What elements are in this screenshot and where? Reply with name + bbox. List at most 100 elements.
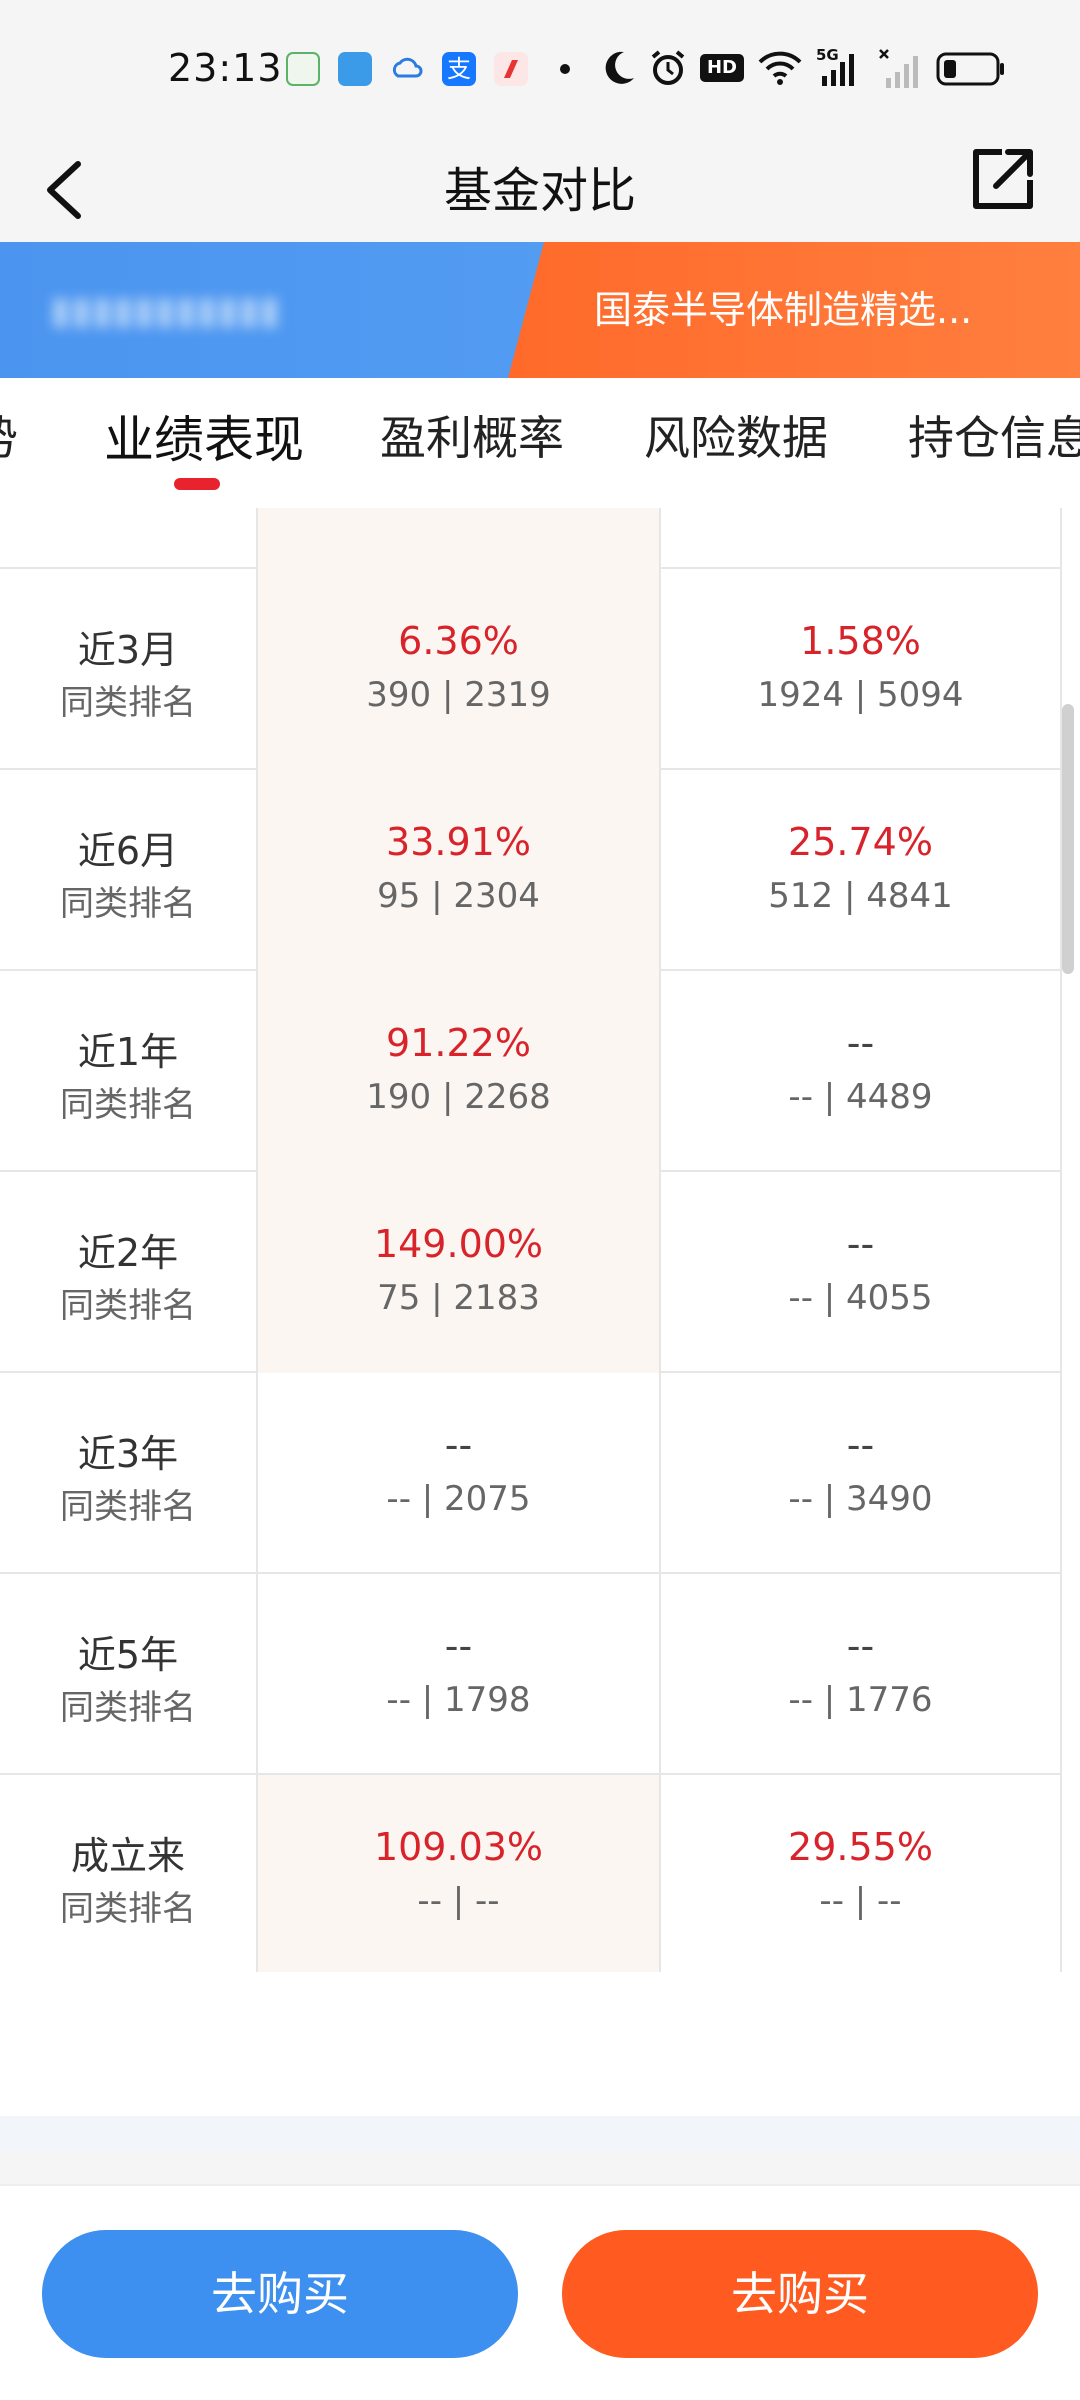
period-cell: 近1年 同类排名 (0, 971, 258, 1172)
period-label: 近3年 (77, 1432, 179, 1476)
fund-b-return: 1.58% (800, 619, 921, 663)
fund-a-return: 109.03% (373, 1825, 544, 1869)
hd-icon: HD (700, 54, 744, 82)
rank-label: 同类排名 (60, 683, 196, 723)
performance-table-area[interactable]: 近3月 同类排名 6.36% 390 | 2319 1.58% 1924 | 5… (0, 508, 1080, 1972)
fund-b-rank: -- | 3490 (788, 1479, 933, 1519)
home-app-icon (286, 52, 320, 86)
rank-label: 同类排名 (60, 884, 196, 924)
section-divider (0, 2116, 1080, 2152)
table-row: 近3月 同类排名 6.36% 390 | 2319 1.58% 1924 | 5… (0, 569, 1062, 770)
fund-a-rank: 95 | 2304 (377, 876, 540, 916)
fund-b-name: 国泰半导体制造精选... (594, 288, 973, 332)
fund-a-cell: 6.36% 390 | 2319 (258, 569, 661, 770)
active-tab-indicator (174, 478, 220, 490)
buy-fund-a-button[interactable]: 去购买 (42, 2230, 518, 2358)
signal-5g-icon: 5G (816, 46, 860, 88)
signal-no-sim-icon (879, 49, 918, 88)
battery-icon (936, 52, 1004, 86)
fund-b-return: -- (846, 1021, 875, 1065)
fund-b-cell: 1.58% 1924 | 5094 (661, 569, 1062, 770)
table-row: 近2年 同类排名 149.00% 75 | 2183 -- -- | 4055 (0, 1172, 1062, 1373)
fund-a-return: -- (444, 1423, 473, 1467)
fund-b-cell: -- -- | 4055 (661, 1172, 1062, 1373)
fund-a-rank: -- | 2075 (386, 1479, 531, 1519)
hd-label: HD (706, 57, 737, 78)
period-label: 近6月 (77, 829, 179, 873)
buy-fund-b-button[interactable]: 去购买 (562, 2230, 1038, 2358)
share-icon (973, 149, 1033, 209)
tab-trend[interactable]: 势 (0, 402, 18, 468)
tab-performance[interactable]: 业绩表现 (104, 400, 304, 472)
rank-label: 同类排名 (60, 1085, 196, 1125)
wifi-icon (758, 51, 802, 85)
table-row: 成立来 同类排名 109.03% -- | -- 29.55% -- | -- (0, 1775, 1062, 1972)
fund-b-rank: -- | 1776 (788, 1680, 933, 1720)
period-label: 成立来 (70, 1834, 185, 1878)
rank-label: 同类排名 (60, 1889, 196, 1929)
table-row: 近5年 同类排名 -- -- | 1798 -- -- | 1776 (0, 1574, 1062, 1775)
fund-a-cell: 91.22% 190 | 2268 (258, 971, 661, 1172)
bottom-action-bar: 去购买 去购买 (0, 2184, 1080, 2400)
red-app-icon (494, 52, 528, 86)
page-title: 基金对比 (443, 163, 636, 219)
table-row: 近3年 同类排名 -- -- | 2075 -- -- | 3490 (0, 1373, 1062, 1574)
fund-a-rank: -- | 1798 (386, 1680, 531, 1720)
tab-profit-probability[interactable]: 盈利概率 (380, 402, 564, 468)
fund-b-rank: -- | -- (819, 1881, 902, 1921)
fund-a-return: 149.00% (373, 1222, 544, 1266)
fund-a-return: 6.36% (398, 619, 519, 663)
fund-a-cell: 109.03% -- | -- (258, 1775, 661, 1972)
period-cell: 成立来 同类排名 (0, 1775, 258, 1972)
period-cell: 近3月 同类排名 (0, 569, 258, 770)
alarm-icon (651, 50, 685, 85)
tab-holdings[interactable]: 持仓信息 (908, 402, 1080, 468)
table-row: 近1年 同类排名 91.22% 190 | 2268 -- -- | 4489 (0, 971, 1062, 1172)
fund-a-return: -- (444, 1624, 473, 1668)
rank-label: 同类排名 (60, 1286, 196, 1326)
fund-a-cell: 33.91% 95 | 2304 (258, 770, 661, 971)
fund-a-rank: -- | -- (417, 1881, 500, 1921)
performance-table: 近3月 同类排名 6.36% 390 | 2319 1.58% 1924 | 5… (0, 508, 1062, 1972)
table-row-partial (0, 508, 1062, 569)
spacer (0, 1972, 1080, 2117)
rank-label: 同类排名 (60, 1688, 196, 1728)
period-cell: 近2年 同类排名 (0, 1172, 258, 1373)
fund-b-return: -- (846, 1624, 875, 1668)
fund-a-name[interactable]: ▮▮▮▮▮▮▮▮▮▮▮ (50, 242, 470, 378)
period-label: 近3月 (77, 628, 179, 672)
fund-a-return: 33.91% (386, 820, 531, 864)
tab-risk-data[interactable]: 风险数据 (644, 402, 828, 468)
section-tabs: 势 业绩表现 盈利概率 风险数据 持仓信息 (0, 378, 1080, 508)
fund-a-rank: 75 | 2183 (377, 1278, 540, 1318)
cloud-app-icon (390, 52, 424, 86)
dot-indicator (560, 64, 570, 74)
period-label: 近2年 (77, 1231, 179, 1275)
fund-a-cell: 149.00% 75 | 2183 (258, 1172, 661, 1373)
fund-b-return: 29.55% (788, 1825, 933, 1869)
chevron-left-icon (47, 161, 81, 219)
fund-b-return: -- (846, 1222, 875, 1266)
scrollbar[interactable] (1062, 704, 1074, 974)
period-cell: 近6月 同类排名 (0, 770, 258, 971)
status-bar: 23:13 支 HD 5G (0, 0, 1080, 140)
fund-b-rank: -- | 4489 (788, 1077, 933, 1117)
period-label: 近5年 (77, 1633, 179, 1677)
period-cell: 近3年 同类排名 (0, 1373, 258, 1574)
fund-a-rank: 390 | 2319 (366, 675, 551, 715)
share-button[interactable] (962, 140, 1042, 220)
period-cell: 近5年 同类排名 (0, 1574, 258, 1775)
fund-b-tab[interactable]: 国泰半导体制造精选... (508, 242, 1080, 378)
fund-b-cell: 29.55% -- | -- (661, 1775, 1062, 1972)
back-button[interactable] (40, 150, 90, 230)
moon-icon (605, 51, 634, 84)
fund-b-rank: -- | 4055 (788, 1278, 933, 1318)
fund-b-rank: 1924 | 5094 (757, 675, 964, 715)
fund-b-cell: -- -- | 3490 (661, 1373, 1062, 1574)
table-row: 近6月 同类排名 33.91% 95 | 2304 25.74% 512 | 4… (0, 770, 1062, 971)
fund-b-return: -- (846, 1423, 875, 1467)
period-label: 近1年 (77, 1030, 179, 1074)
fund-a-rank: 190 | 2268 (366, 1077, 551, 1117)
fund-b-rank: 512 | 4841 (768, 876, 953, 916)
fund-b-cell: 25.74% 512 | 4841 (661, 770, 1062, 971)
